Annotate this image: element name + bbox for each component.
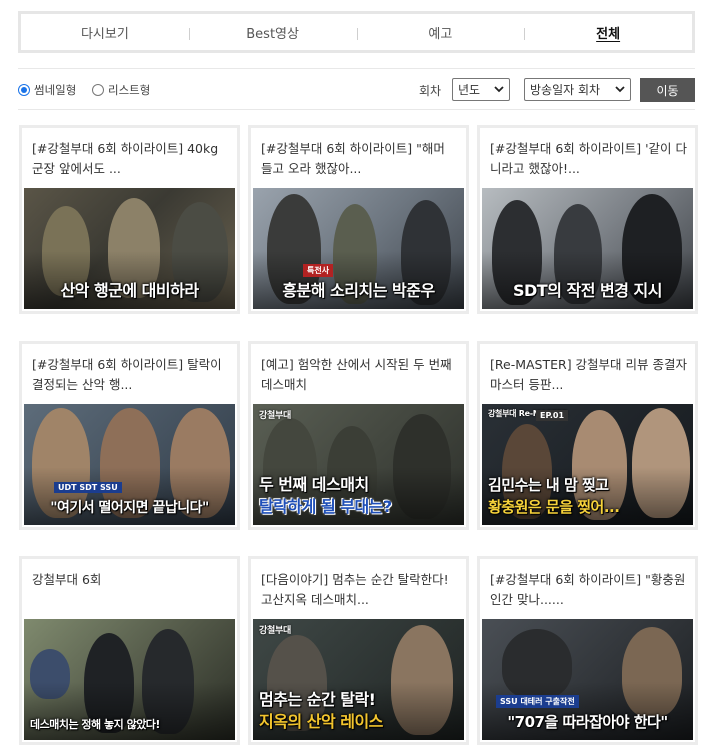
video-title: [#강철부대 6회 하이라이트] 탈락이 결정되는 산악 행... (32, 357, 222, 392)
thumbnail-caption-top: 김민수는 내 맘 찢고 (488, 476, 609, 494)
divider (18, 68, 695, 69)
broadcast-date-select[interactable]: 방송일자 회차 (524, 78, 631, 101)
video-card[interactable]: [#강철부대 6회 하이라이트] 탈락이 결정되는 산악 행... UDT SD… (19, 341, 240, 530)
tab-best-video[interactable]: Best영상 (188, 14, 357, 50)
chevron-down-icon (615, 86, 625, 93)
year-select[interactable]: 년도 (452, 78, 510, 101)
video-thumbnail: 강철부대 멈추는 순간 탈락! 지옥의 산악 레이스 (253, 619, 464, 740)
video-title: [다음이야기] 멈추는 순간 탈락한다! 고산지옥 데스매치... (261, 572, 449, 607)
video-card[interactable]: [Re-MASTER] 강철부대 리뷰 종결자 마스터 등판... 강철부대 R… (477, 341, 698, 530)
video-title: [#강철부대 6회 하이라이트] "해머 들고 오라 했잖아... (261, 141, 445, 176)
thumbnail-caption: SDT의 작전 변경 지시 (513, 281, 662, 300)
view-options-bar: 썸네일형 리스트형 회차 년도 방송일자 회차 이동 (18, 76, 695, 104)
tab-label: 다시보기 (80, 26, 129, 42)
video-card[interactable]: [#강철부대 6회 하이라이트] 40kg 군장 앞에서도 ... 산악 행군에… (19, 125, 240, 314)
unit-tag: UDT SDT SSU (54, 482, 122, 493)
thumbnail-caption-top: 두 번째 데스매치 (259, 475, 369, 494)
video-title: [Re-MASTER] 강철부대 리뷰 종결자 마스터 등판... (490, 357, 687, 392)
video-title: [#강철부대 6회 하이라이트] '같이 다니라고 했잖아!... (490, 141, 688, 176)
radio-unchecked-icon (92, 84, 104, 96)
divider (18, 109, 695, 110)
thumbnail-view-radio[interactable]: 썸네일형 (18, 82, 76, 98)
thumbnail-caption-top: 멈추는 순간 탈락! (259, 690, 376, 709)
video-thumbnail: 산악 행군에 대비하라 (24, 188, 235, 309)
video-card[interactable]: [#강철부대 6회 하이라이트] "해머 들고 오라 했잖아... 특전사 흥분… (248, 125, 469, 314)
tab-replay[interactable]: 다시보기 (21, 14, 189, 50)
tab-label: 전체 (596, 26, 621, 42)
thumbnail-caption: "여기서 떨어지면 끝납니다" (50, 500, 209, 516)
video-thumbnail: SDT의 작전 변경 지시 (482, 188, 693, 309)
video-thumbnail: 강철부대 Re-MASTER EP.01 김민수는 내 맘 찢고 황충원은 문을… (482, 404, 693, 525)
video-title: [예고] 험악한 산에서 시작된 두 번째 데스매치 (261, 357, 452, 392)
video-title: [#강철부대 6회 하이라이트] 40kg 군장 앞에서도 ... (32, 141, 219, 176)
tab-label: Best영상 (246, 26, 299, 42)
thumbnail-view-label: 썸네일형 (34, 83, 77, 97)
radio-checked-icon (18, 84, 30, 96)
category-tabs: 다시보기 Best영상 예고 전체 (18, 11, 695, 53)
thumbnail-caption: 데스매치는 정해 놓지 않았다! (30, 718, 160, 731)
tab-label: 예고 (428, 26, 453, 42)
chevron-down-icon (494, 86, 504, 93)
video-title: 강철부대 6회 (32, 572, 102, 587)
video-thumbnail: 데스매치는 정해 놓지 않았다! (24, 619, 235, 740)
thumbnail-caption: 지옥의 산악 레이스 (259, 712, 383, 731)
video-card[interactable]: [다음이야기] 멈추는 순간 탈락한다! 고산지옥 데스매치... 강철부대 멈… (248, 556, 469, 745)
video-card[interactable]: [예고] 험악한 산에서 시작된 두 번째 데스매치 강철부대 두 번째 데스매… (248, 341, 469, 530)
tab-preview[interactable]: 예고 (356, 14, 525, 50)
go-button[interactable]: 이동 (640, 78, 695, 102)
video-card[interactable]: [#강철부대 6회 하이라이트] '같이 다니라고 했잖아!... SDT의 작… (477, 125, 698, 314)
unit-tag: SSU 대테러 구출작전 (496, 695, 579, 708)
video-title: [#강철부대 6회 하이라이트] "황충원 인간 맞나...... (490, 572, 686, 607)
video-thumbnail: SSU 대테러 구출작전 "707을 따라잡아야 한다" (482, 619, 693, 740)
video-card[interactable]: [#강철부대 6회 하이라이트] "황충원 인간 맞나...... SSU 대테… (477, 556, 698, 745)
date-select-value: 방송일자 회차 (530, 83, 601, 97)
round-label: 회차 (419, 84, 442, 98)
thumbnail-caption: "707을 따라잡아야 한다" (507, 713, 668, 731)
show-logo: 강철부대 (259, 411, 291, 421)
year-select-value: 년도 (458, 83, 481, 97)
thumbnail-caption: 흥분해 소리치는 박준우 (282, 281, 435, 300)
thumbnail-caption: 탈락하게 될 부대는? (259, 497, 392, 516)
tab-all[interactable]: 전체 (524, 14, 692, 50)
unit-tag: 특전사 (303, 264, 334, 277)
thumbnail-caption: 산악 행군에 대비하라 (60, 281, 199, 300)
thumbnail-caption: 황충원은 문을 찢어... (488, 498, 620, 516)
show-logo: 강철부대 (259, 626, 291, 636)
video-card[interactable]: 강철부대 6회 데스매치는 정해 놓지 않았다! (19, 556, 240, 745)
list-view-radio[interactable]: 리스트형 (92, 82, 150, 98)
video-thumbnail: UDT SDT SSU "여기서 떨어지면 끝납니다" (24, 404, 235, 525)
video-thumbnail: 강철부대 두 번째 데스매치 탈락하게 될 부대는? (253, 404, 464, 525)
list-view-label: 리스트형 (108, 83, 151, 97)
episode-tag: EP.01 (536, 410, 569, 421)
video-thumbnail: 특전사 흥분해 소리치는 박준우 (253, 188, 464, 309)
